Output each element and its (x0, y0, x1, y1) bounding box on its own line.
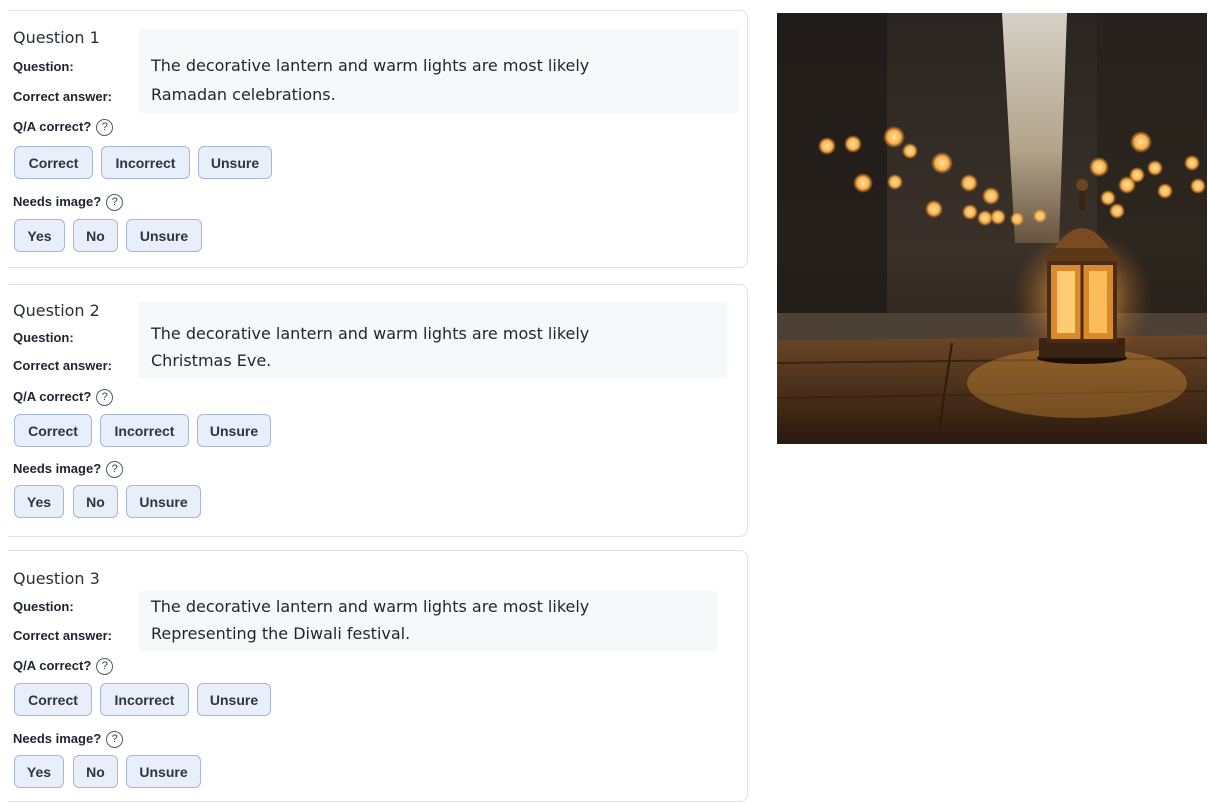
qa-correct-button[interactable]: Correct (14, 683, 92, 716)
correct-answer-label: Correct answer: (13, 628, 112, 643)
qa-incorrect-button[interactable]: Incorrect (100, 414, 189, 447)
needs-image-label: Needs image?? (13, 731, 124, 749)
qa-unsure-button[interactable]: Unsure (197, 683, 271, 716)
correct-answer-text: Christmas Eve. (151, 351, 272, 370)
needs-image-yes-button[interactable]: Yes (14, 485, 64, 518)
correct-answer-label: Correct answer: (13, 89, 112, 104)
qa-correct-label: Q/A correct?? (13, 658, 114, 676)
question-text: The decorative lantern and warm lights a… (151, 597, 590, 616)
question-label: Question: (13, 599, 74, 614)
question-title: Question 2 (13, 301, 100, 320)
question-title: Question 3 (13, 569, 100, 588)
qa-correct-label: Q/A correct?? (13, 389, 114, 407)
question-card-1: Question 1 Question: The decorative lant… (8, 10, 748, 268)
qa-incorrect-button[interactable]: Incorrect (101, 146, 190, 179)
needs-image-unsure-button[interactable]: Unsure (126, 219, 202, 252)
correct-answer-text: Ramadan celebrations. (151, 85, 336, 104)
qa-correct-button[interactable]: Correct (14, 414, 92, 447)
help-icon[interactable]: ? (106, 194, 124, 212)
qa-incorrect-button[interactable]: Incorrect (100, 683, 189, 716)
help-icon[interactable]: ? (96, 119, 114, 137)
qa-correct-label-text: Q/A correct? (13, 119, 92, 134)
needs-image-no-button[interactable]: No (73, 485, 118, 518)
needs-image-label-text: Needs image? (13, 461, 102, 476)
qa-correct-label-text: Q/A correct? (13, 389, 92, 404)
needs-image-label: Needs image?? (13, 461, 124, 479)
question-label: Question: (13, 59, 74, 74)
qa-unsure-button[interactable]: Unsure (197, 414, 271, 447)
question-label: Question: (13, 330, 74, 345)
correct-answer-label: Correct answer: (13, 358, 112, 373)
needs-image-yes-button[interactable]: Yes (14, 755, 64, 788)
help-icon[interactable]: ? (96, 389, 114, 407)
needs-image-unsure-button[interactable]: Unsure (126, 485, 201, 518)
qa-unsure-button[interactable]: Unsure (198, 146, 272, 179)
needs-image-label-text: Needs image? (13, 194, 102, 209)
needs-image-unsure-button[interactable]: Unsure (126, 755, 201, 788)
lantern-scene (777, 13, 1207, 444)
help-icon[interactable]: ? (106, 461, 124, 479)
question-card-3: Question 3 Question: The decorative lant… (8, 550, 748, 802)
qa-correct-label: Q/A correct?? (13, 119, 114, 137)
needs-image-label-text: Needs image? (13, 731, 102, 746)
help-icon[interactable]: ? (106, 731, 124, 749)
qa-correct-button[interactable]: Correct (14, 146, 93, 179)
lantern-photo (777, 13, 1207, 444)
question-text: The decorative lantern and warm lights a… (151, 56, 590, 75)
qa-correct-label-text: Q/A correct? (13, 658, 92, 673)
question-text: The decorative lantern and warm lights a… (151, 324, 590, 343)
help-icon[interactable]: ? (96, 658, 114, 676)
question-card-2: Question 2 Question: The decorative lant… (8, 284, 748, 537)
needs-image-label: Needs image?? (13, 194, 124, 212)
needs-image-no-button[interactable]: No (73, 219, 118, 252)
question-title: Question 1 (13, 28, 100, 47)
needs-image-no-button[interactable]: No (73, 755, 118, 788)
correct-answer-text: Representing the Diwali festival. (151, 624, 411, 643)
needs-image-yes-button[interactable]: Yes (14, 219, 65, 252)
